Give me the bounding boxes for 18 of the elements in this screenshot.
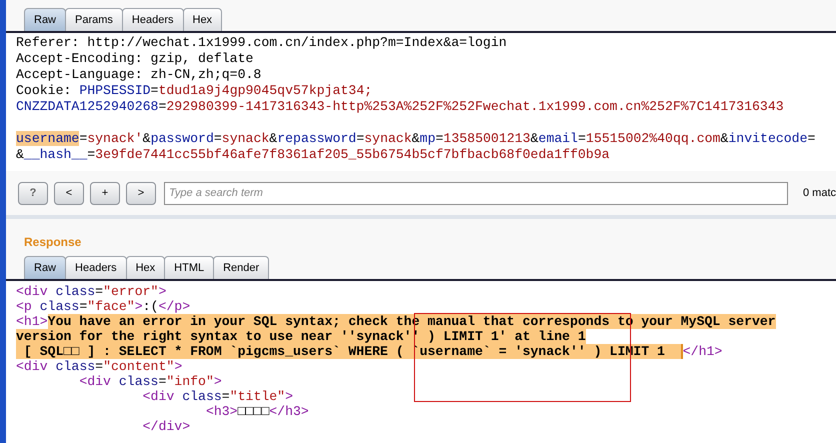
- search-input[interactable]: Type a search term: [169, 184, 783, 202]
- match-count: 0 matc: [802, 186, 836, 201]
- tab[interactable]: Raw: [24, 8, 66, 31]
- tab[interactable]: Headers: [122, 8, 184, 31]
- add-button[interactable]: +: [90, 182, 120, 204]
- tab[interactable]: Raw: [24, 256, 66, 279]
- previous-button[interactable]: <: [54, 182, 84, 204]
- tab[interactable]: Render: [213, 256, 270, 279]
- tab[interactable]: Headers: [65, 256, 127, 279]
- tab[interactable]: Hex: [126, 256, 166, 279]
- search-field[interactable]: Type a search term: [164, 182, 788, 204]
- request-editor[interactable]: Referer: http://wechat.1x1999.com.cn/index.php?m=Index&a=login Accept-Encoding: gzip, deflate Accept-Language: zh-CN,zh;q=0.8 Cookie: PHPSESSID=tdud1a9j4gp9045qv57kpjat34; CNZZDATA1252940268=292980399-1417316343-http%253A%252F%252Fwechat.1x1999.com.cn%252F%7C1417316343 username=synack'&password=synack&repassword=synack&mp=13585001213&email=15515002%40qq.com&invitecode= &__hash__=3e9fde7441cc55bf46afe7f8361af205_55b6754b5cf7bfbacb68f0eda1ff0b9a: [6, 33, 836, 171]
- section-title: Response: [24, 234, 82, 251]
- tab[interactable]: Params: [65, 8, 123, 31]
- tab[interactable]: Hex: [182, 8, 222, 31]
- help-button[interactable]: ?: [18, 182, 48, 204]
- tab[interactable]: HTML: [164, 256, 214, 279]
- next-button[interactable]: >: [126, 182, 156, 204]
